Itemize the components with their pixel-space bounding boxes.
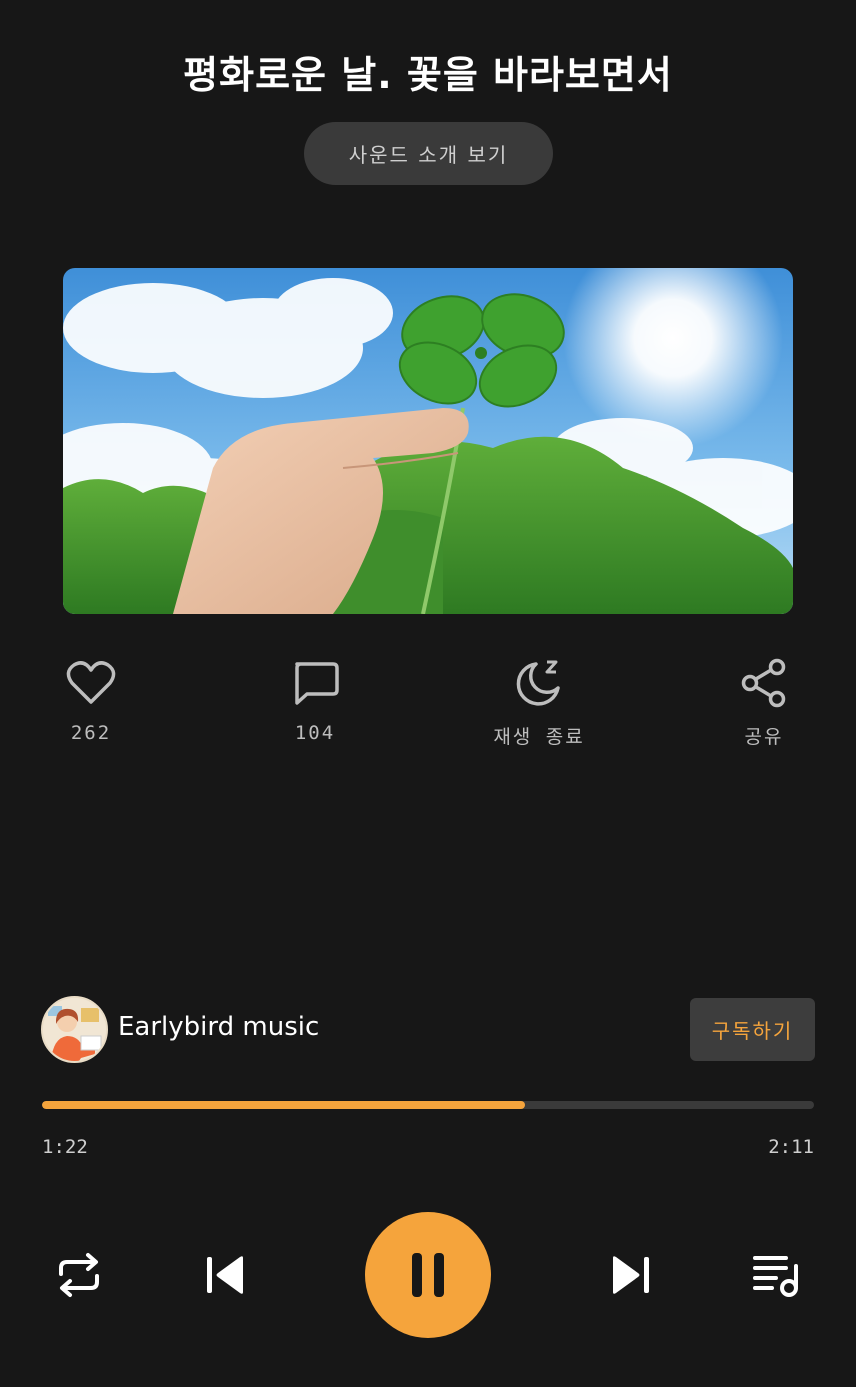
- sleep-timer-action[interactable]: 재생 종료: [469, 656, 609, 749]
- share-label: 공유: [744, 726, 784, 748]
- skip-previous-icon: [207, 1256, 243, 1294]
- pause-button[interactable]: [365, 1212, 491, 1338]
- next-button[interactable]: [606, 1252, 656, 1298]
- sleep-timer-label: 재생 종료: [493, 726, 585, 748]
- skip-next-icon: [613, 1256, 649, 1294]
- repeat-button[interactable]: [52, 1250, 106, 1300]
- playlist-icon: [753, 1256, 798, 1297]
- playlist-button[interactable]: [750, 1250, 804, 1300]
- like-action[interactable]: 262: [21, 656, 161, 744]
- current-time: 1:22: [42, 1136, 88, 1158]
- share-action[interactable]: 공유: [694, 656, 834, 749]
- comment-count: 104: [294, 722, 336, 744]
- channel-row: Earlybird music 구독하기: [41, 996, 815, 1063]
- heart-icon[interactable]: [64, 656, 118, 710]
- comment-icon[interactable]: [288, 656, 342, 710]
- pause-icon: [412, 1253, 444, 1297]
- progress-fill: [42, 1101, 526, 1109]
- channel-avatar[interactable]: [41, 996, 108, 1063]
- subscribe-button[interactable]: 구독하기: [690, 998, 815, 1061]
- album-artwork: [63, 268, 793, 614]
- action-bar: 262 104 재생 종료 공유: [0, 656, 856, 756]
- sound-intro-button[interactable]: 사운드 소개 보기: [304, 122, 553, 185]
- track-title: 평화로운 날. 꽃을 바라보면서: [183, 53, 673, 97]
- sleep-timer-icon[interactable]: [512, 656, 566, 710]
- repeat-icon: [59, 1253, 99, 1297]
- previous-button[interactable]: [200, 1252, 250, 1298]
- comment-action[interactable]: 104: [245, 656, 385, 744]
- clover-photo: [63, 268, 793, 614]
- share-icon[interactable]: [737, 656, 791, 710]
- progress-bar[interactable]: [42, 1101, 814, 1109]
- player-screen: 평화로운 날. 꽃을 바라보면서 사운드 소개 보기 262 104 재생 종료…: [0, 0, 856, 1387]
- channel-name[interactable]: Earlybird music: [118, 1012, 319, 1042]
- like-count: 262: [70, 722, 112, 744]
- playback-controls: [0, 1212, 856, 1338]
- total-time: 2:11: [768, 1136, 814, 1158]
